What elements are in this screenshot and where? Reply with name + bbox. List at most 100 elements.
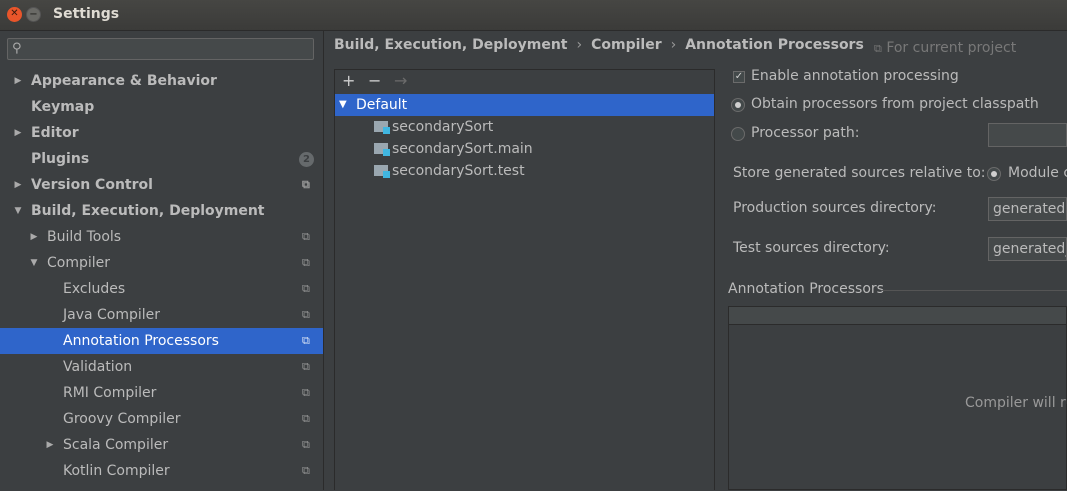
settings-search-input[interactable] xyxy=(32,40,306,60)
module-label: secondarySort.main xyxy=(392,141,533,157)
module-content-root-label: Module c xyxy=(1008,165,1067,181)
profiles-toolbar: + − → xyxy=(335,70,714,92)
expanded-arrow-icon[interactable]: ▼ xyxy=(12,198,24,224)
processor-path-label: Processor path: xyxy=(751,125,860,141)
scope-label: ⧉ For current project xyxy=(874,40,1016,56)
processor-path-field[interactable] xyxy=(988,123,1067,147)
close-window-button[interactable]: ✕ xyxy=(7,7,22,22)
collapsed-arrow-icon[interactable]: ▶ xyxy=(12,120,24,146)
sidebar-item-label: Keymap xyxy=(31,99,95,115)
sidebar-item-build-tools[interactable]: ▶ Build Tools ⧉ xyxy=(0,224,323,250)
module-label: secondarySort.test xyxy=(392,163,525,179)
sidebar-item-rmi-compiler[interactable]: RMI Compiler ⧉ xyxy=(0,380,323,406)
project-scope-icon: ⧉ xyxy=(302,256,310,269)
project-scope-icon: ⧉ xyxy=(302,334,310,347)
sidebar-item-version-control[interactable]: ▶ Version Control ⧉ xyxy=(0,172,323,198)
project-scope-icon: ⧉ xyxy=(302,464,310,477)
sidebar-item-label: Plugins xyxy=(31,151,90,167)
project-scope-icon: ⧉ xyxy=(302,178,310,191)
sidebar-item-appearance-behavior[interactable]: ▶ Appearance & Behavior xyxy=(0,68,323,94)
breadcrumb-separator: › xyxy=(670,37,677,53)
production-dir-field[interactable]: generated xyxy=(988,197,1067,221)
test-dir-field[interactable]: generated_ xyxy=(988,237,1067,261)
project-scope-icon: ⧉ xyxy=(302,308,310,321)
profiles-list: ▼ Default secondarySort secondarySort.main s… xyxy=(335,93,714,491)
sidebar-item-validation[interactable]: Validation ⧉ xyxy=(0,354,323,380)
section-divider xyxy=(882,290,1067,291)
sidebar-item-excludes[interactable]: Excludes ⧉ xyxy=(0,276,323,302)
sidebar-item-kotlin-compiler[interactable]: Kotlin Compiler ⧉ xyxy=(0,458,323,484)
project-scope-icon: ⧉ xyxy=(874,42,882,55)
sidebar-item-label: Scala Compiler xyxy=(63,437,169,453)
sidebar-item-label: Editor xyxy=(31,125,79,141)
breadcrumb: Build, Execution, Deployment › Compiler › An… xyxy=(334,37,864,53)
breadcrumb-item-build: Build, Execution, Deployment xyxy=(334,37,568,53)
project-scope-icon: ⧉ xyxy=(302,282,310,295)
sidebar-item-label: Groovy Compiler xyxy=(63,411,181,427)
module-content-root-radio[interactable] xyxy=(987,167,1001,181)
sidebar-item-groovy-compiler[interactable]: Groovy Compiler ⧉ xyxy=(0,406,323,432)
sidebar-item-build-execution-deployment[interactable]: ▼ Build, Execution, Deployment xyxy=(0,198,323,224)
settings-search-box[interactable]: ⚲ xyxy=(7,38,314,60)
module-folder-icon xyxy=(374,121,390,134)
annotation-processors-table[interactable]: Compiler will ru xyxy=(728,306,1067,490)
move-to-profile-button[interactable]: → xyxy=(394,71,407,90)
sidebar-item-keymap[interactable]: Keymap xyxy=(0,94,323,120)
sidebar-item-compiler[interactable]: ▼ Compiler ⧉ xyxy=(0,250,323,276)
collapsed-arrow-icon[interactable]: ▶ xyxy=(44,432,56,458)
remove-profile-button[interactable]: − xyxy=(368,71,381,90)
scope-label-text: For current project xyxy=(886,40,1017,56)
collapsed-arrow-icon[interactable]: ▶ xyxy=(12,68,24,94)
sidebar-item-plugins[interactable]: Plugins 2 xyxy=(0,146,323,172)
project-scope-icon: ⧉ xyxy=(302,386,310,399)
profile-default[interactable]: ▼ Default xyxy=(335,94,714,116)
expanded-arrow-icon[interactable]: ▼ xyxy=(339,94,347,116)
expanded-arrow-icon[interactable]: ▼ xyxy=(28,250,40,276)
processor-path-radio[interactable] xyxy=(731,127,745,141)
sidebar-item-label: Version Control xyxy=(31,177,153,193)
sidebar-item-annotation-processors[interactable]: Annotation Processors ⧉ xyxy=(0,328,323,354)
sidebar-item-label: Excludes xyxy=(63,281,126,297)
search-icon: ⚲ xyxy=(12,41,22,56)
sidebar-item-label: RMI Compiler xyxy=(63,385,157,401)
sidebar-item-label: Compiler xyxy=(47,255,111,271)
settings-sidebar: ⚲ ▶ Appearance & Behavior Keymap ▶ Editor Plu… xyxy=(0,31,324,490)
sidebar-item-label: Validation xyxy=(63,359,133,375)
sidebar-item-label: Build, Execution, Deployment xyxy=(31,203,265,219)
breadcrumb-item-compiler: Compiler xyxy=(591,37,662,53)
collapsed-arrow-icon[interactable]: ▶ xyxy=(12,172,24,198)
add-profile-button[interactable]: + xyxy=(342,71,355,90)
production-dir-label: Production sources directory: xyxy=(733,200,937,216)
title-bar: ✕ − Settings xyxy=(0,0,1067,31)
project-scope-icon: ⧉ xyxy=(302,438,310,451)
sidebar-item-editor[interactable]: ▶ Editor xyxy=(0,120,323,146)
breadcrumb-separator: › xyxy=(576,37,583,53)
minimize-window-button[interactable]: − xyxy=(26,7,41,22)
project-scope-icon: ⧉ xyxy=(302,412,310,425)
empty-table-text: Compiler will ru xyxy=(965,395,1067,411)
enable-annotation-processing-checkbox[interactable]: ✓ xyxy=(733,71,745,83)
module-folder-icon xyxy=(374,165,390,178)
obtain-from-classpath-radio[interactable] xyxy=(731,98,745,112)
project-scope-icon: ⧉ xyxy=(302,230,310,243)
sidebar-item-java-compiler[interactable]: Java Compiler ⧉ xyxy=(0,302,323,328)
store-relative-label: Store generated sources relative to: xyxy=(733,165,986,181)
project-scope-icon: ⧉ xyxy=(302,360,310,373)
profiles-panel: + − → ▼ Default secondarySort secondarySort… xyxy=(334,69,715,491)
breadcrumb-item-annotation-processors: Annotation Processors xyxy=(685,37,864,53)
enable-annotation-processing-label: Enable annotation processing xyxy=(751,68,959,84)
profile-module-item[interactable]: secondarySort.main xyxy=(335,138,714,160)
sidebar-item-label: Kotlin Compiler xyxy=(63,463,170,479)
sidebar-item-label: Annotation Processors xyxy=(63,333,219,349)
window-title: Settings xyxy=(53,6,120,22)
table-header xyxy=(729,307,1066,325)
sidebar-item-label: Build Tools xyxy=(47,229,122,245)
profile-module-item[interactable]: secondarySort.test xyxy=(335,160,714,182)
update-count-badge: 2 xyxy=(299,152,314,167)
profile-module-item[interactable]: secondarySort xyxy=(335,116,714,138)
sidebar-item-scala-compiler[interactable]: ▶ Scala Compiler ⧉ xyxy=(0,432,323,458)
collapsed-arrow-icon[interactable]: ▶ xyxy=(28,224,40,250)
annotation-processors-section-title: Annotation Processors xyxy=(728,281,884,297)
profile-label: Default xyxy=(356,97,408,113)
test-dir-label: Test sources directory: xyxy=(733,240,890,256)
